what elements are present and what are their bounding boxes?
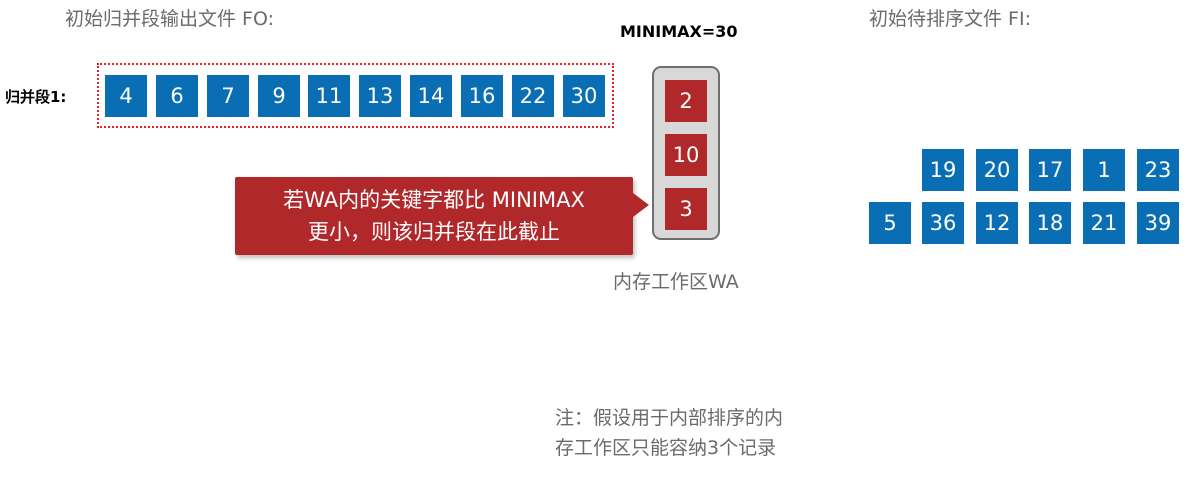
footnote-line-1: 注：假设用于内部排序的内: [555, 407, 784, 429]
fi-title: 初始待排序文件 FI:: [869, 8, 1031, 30]
fi-cell: 19: [922, 149, 964, 191]
wa-label: 内存工作区WA: [613, 271, 739, 293]
fi-cell: 23: [1137, 149, 1179, 191]
minimax-label: MINIMAX=30: [620, 22, 738, 41]
fi-cell: 18: [1029, 202, 1071, 244]
fi-cell: 17: [1029, 149, 1071, 191]
callout-line-2: 更小，则该归并段在此截止: [308, 220, 560, 244]
footnote: 注：假设用于内部排序的内 存工作区只能容纳3个记录: [555, 403, 835, 463]
callout-pointer: [633, 193, 649, 217]
fo-cell: 9: [258, 75, 300, 117]
fi-cell: 5: [869, 202, 911, 244]
fo-cell: 16: [461, 75, 503, 117]
fi-cell: 39: [1137, 202, 1179, 244]
fi-cell: 21: [1083, 202, 1125, 244]
fo-cell: 7: [207, 75, 249, 117]
fo-cell: 4: [105, 75, 147, 117]
fi-cell: 20: [976, 149, 1018, 191]
fo-cell: 22: [512, 75, 554, 117]
fo-cell: 30: [563, 75, 605, 117]
fo-cell: 13: [359, 75, 401, 117]
fo-cell: 6: [156, 75, 198, 117]
wa-cell: 3: [665, 188, 707, 230]
fi-cell: 36: [922, 202, 964, 244]
wa-cell: 10: [665, 134, 707, 176]
fi-cell: 12: [976, 202, 1018, 244]
fo-cell: 11: [308, 75, 350, 117]
wa-cell: 2: [665, 80, 707, 122]
fo-title: 初始归并段输出文件 FO:: [65, 8, 274, 30]
fi-cell: 1: [1083, 149, 1125, 191]
callout-line-1: 若WA内的关键字都比 MINIMAX: [283, 188, 585, 212]
fo-cell: 14: [410, 75, 452, 117]
footnote-line-2: 存工作区只能容纳3个记录: [555, 437, 777, 459]
callout-box: 若WA内的关键字都比 MINIMAX 更小，则该归并段在此截止: [235, 177, 633, 255]
segment-label: 归并段1:: [5, 88, 67, 106]
